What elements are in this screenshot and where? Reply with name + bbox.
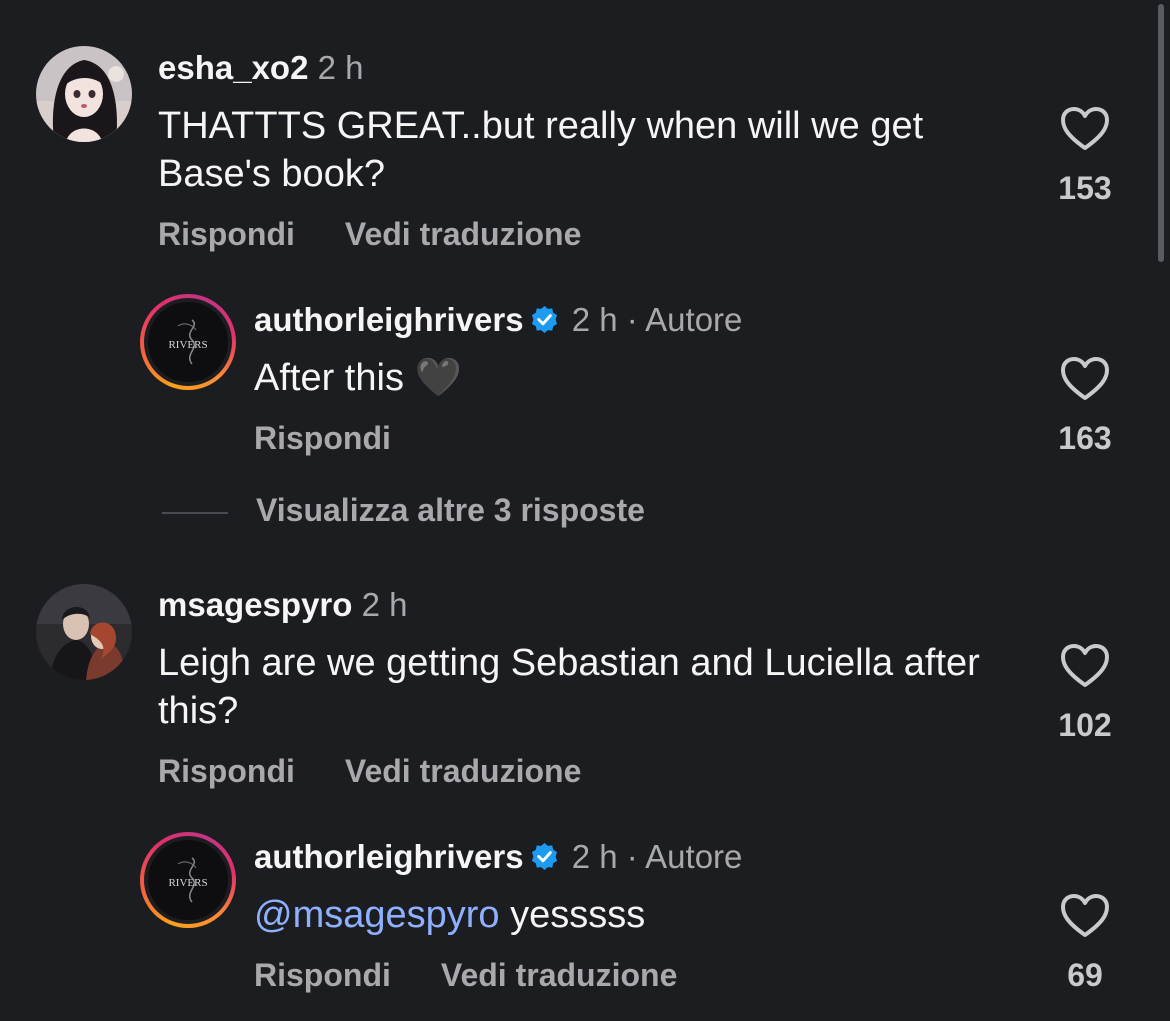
reply-meta: authorleighrivers 2 h · Autore <box>254 300 742 340</box>
rivers-logo-icon: RIVERS <box>148 840 228 920</box>
see-translation-button[interactable]: Vedi traduzione <box>345 753 581 789</box>
reply-button[interactable]: Rispondi <box>158 216 295 252</box>
avatar: RIVERS <box>148 840 228 920</box>
author-badge: Autore <box>645 301 743 338</box>
timestamp: 2 h <box>571 838 618 875</box>
divider-line <box>162 511 228 514</box>
see-translation-button[interactable]: Vedi traduzione <box>441 957 677 993</box>
separator-dot: · <box>626 838 638 875</box>
reply-meta: authorleighrivers 2 h · Autore <box>254 837 742 877</box>
like-block: 163 <box>1050 356 1120 457</box>
like-block: 69 <box>1050 893 1120 994</box>
username[interactable]: msagespyro <box>158 586 352 623</box>
scrollbar[interactable] <box>1158 4 1164 262</box>
heart-icon[interactable] <box>1060 356 1110 402</box>
see-translation-button[interactable]: Vedi traduzione <box>345 216 581 252</box>
mention-link[interactable]: @msagespyro <box>254 894 500 936</box>
rivers-logo-icon: RIVERS <box>148 302 228 382</box>
timestamp: 2 h <box>571 301 618 338</box>
comment-text: THATTTS GREAT..but really when will we g… <box>158 105 924 195</box>
reply-text: @msagespyro yesssss <box>254 891 1014 939</box>
comments-screen: esha_xo2 2 h THATTTS GREAT..but really w… <box>0 0 1170 1021</box>
comment-meta: msagespyro 2 h <box>158 585 407 625</box>
comment-meta: esha_xo2 2 h <box>158 48 363 88</box>
view-more-replies-label: Visualizza altre 3 risposte <box>256 492 645 528</box>
like-count: 163 <box>1058 420 1112 456</box>
svg-text:RIVERS: RIVERS <box>168 877 207 889</box>
anime-girl-avatar-icon <box>36 46 132 142</box>
verified-badge-icon <box>531 305 557 334</box>
story-ring[interactable]: RIVERS <box>140 294 236 390</box>
like-block: 102 <box>1050 643 1120 744</box>
heart-icon[interactable] <box>1060 106 1110 152</box>
heart-icon[interactable] <box>1060 893 1110 939</box>
comment-actions: Rispondi Vedi traduzione <box>158 216 581 253</box>
verified-badge-icon <box>531 842 557 871</box>
comment-actions: Rispondi Vedi traduzione <box>158 753 581 790</box>
reply-button[interactable]: Rispondi <box>158 753 295 789</box>
reply-button[interactable]: Rispondi <box>254 957 391 993</box>
avatar[interactable] <box>36 584 132 680</box>
svg-text:RIVERS: RIVERS <box>168 339 207 351</box>
comment-text: Leigh are we getting Sebastian and Lucie… <box>158 642 980 732</box>
reply-text-body: yesssss <box>510 894 646 936</box>
reply-actions: Rispondi Vedi traduzione <box>254 957 677 994</box>
reply-text: After this 🖤 <box>254 357 462 399</box>
username[interactable]: authorleighrivers <box>254 838 524 875</box>
separator-dot: · <box>626 301 638 338</box>
username[interactable]: authorleighrivers <box>254 301 524 338</box>
author-badge: Autore <box>645 838 743 875</box>
like-count: 69 <box>1067 957 1103 993</box>
avatar[interactable] <box>36 46 132 142</box>
couple-illustration-avatar-icon <box>36 584 132 680</box>
avatar: RIVERS <box>148 302 228 382</box>
view-more-replies-button[interactable]: Visualizza altre 3 risposte <box>162 492 645 529</box>
story-ring[interactable]: RIVERS <box>140 832 236 928</box>
like-count: 102 <box>1058 707 1112 743</box>
timestamp: 2 h <box>361 586 408 623</box>
reply-button[interactable]: Rispondi <box>254 420 391 456</box>
username[interactable]: esha_xo2 <box>158 49 308 86</box>
like-count: 153 <box>1058 170 1112 206</box>
like-block: 153 <box>1050 106 1120 207</box>
heart-icon[interactable] <box>1060 643 1110 689</box>
reply-actions: Rispondi <box>254 420 391 457</box>
timestamp: 2 h <box>317 49 364 86</box>
